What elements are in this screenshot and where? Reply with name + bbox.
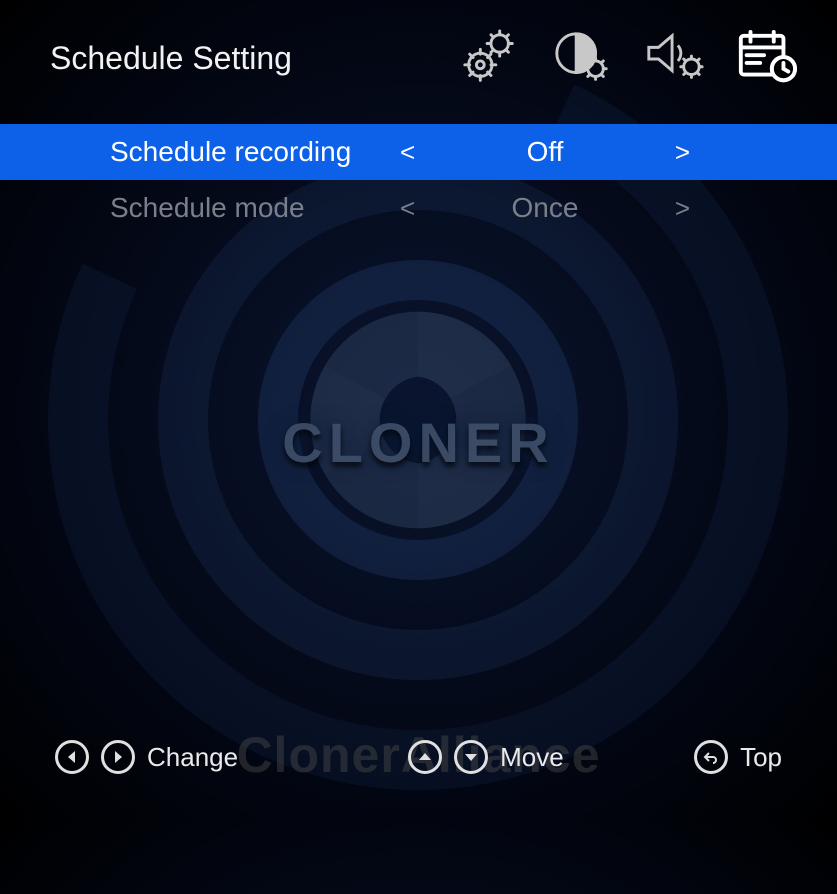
chevron-left-icon[interactable]: < [390, 193, 425, 224]
row-schedule-mode[interactable]: Schedule mode < Once > [0, 180, 837, 236]
hint-label: Change [147, 742, 238, 773]
nav-right-icon [101, 740, 135, 774]
row-value: Once [425, 192, 665, 224]
hint-change: Change [55, 740, 238, 774]
row-label: Schedule recording [110, 136, 390, 168]
value-selector: < Once > [390, 192, 700, 224]
calendar-clock-icon [735, 28, 797, 87]
hint-label: Top [740, 742, 782, 773]
page-title: Schedule Setting [50, 40, 292, 77]
contrast-icon [551, 28, 613, 87]
background-ring-mid [158, 160, 678, 680]
tab-audio[interactable] [643, 30, 705, 86]
settings-menu: Schedule recording < Off > Schedule mode… [0, 124, 837, 236]
row-label: Schedule mode [110, 192, 390, 224]
nav-left-icon [55, 740, 89, 774]
header: Schedule Setting [0, 0, 837, 96]
tab-display[interactable] [551, 30, 613, 86]
gears-icon [459, 28, 521, 87]
row-value: Off [425, 136, 665, 168]
hint-top: Top [694, 740, 782, 774]
hint-label: Move [500, 742, 564, 773]
speaker-settings-icon [643, 28, 705, 87]
tab-general[interactable] [459, 30, 521, 86]
value-selector: < Off > [390, 136, 700, 168]
chevron-right-icon[interactable]: > [665, 193, 700, 224]
footer-hints: Change Move Top [0, 740, 837, 774]
row-schedule-recording[interactable]: Schedule recording < Off > [0, 124, 837, 180]
chevron-right-icon[interactable]: > [665, 137, 700, 168]
back-icon [694, 740, 728, 774]
chevron-left-icon[interactable]: < [390, 137, 425, 168]
tab-bar [459, 30, 797, 86]
nav-up-icon [408, 740, 442, 774]
brand-logo-text: CLONER [0, 410, 837, 475]
background-ring-inner [258, 260, 578, 580]
nav-down-icon [454, 740, 488, 774]
logo-fan [288, 290, 548, 550]
hint-move: Move [408, 740, 564, 774]
tab-schedule[interactable] [735, 30, 797, 86]
